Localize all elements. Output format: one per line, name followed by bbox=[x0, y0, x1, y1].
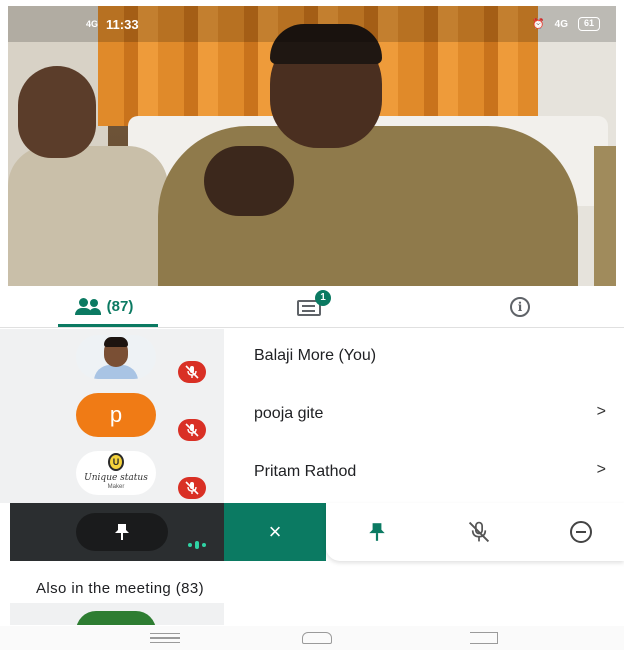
signal-indicator: 4G bbox=[86, 19, 99, 29]
avatar bbox=[76, 611, 156, 625]
avatar-logo-sub: Maker bbox=[107, 484, 125, 490]
participant-row[interactable] bbox=[10, 603, 224, 625]
pin-button[interactable] bbox=[362, 517, 392, 547]
video-person-right bbox=[594, 146, 616, 286]
video-person-left-head bbox=[18, 66, 96, 158]
pin-tile-button[interactable] bbox=[76, 513, 168, 551]
clock: 11:33 bbox=[106, 16, 139, 32]
also-in-meeting-heading: Also in the meeting (83) bbox=[36, 580, 205, 597]
alarm-icon: ⏰ bbox=[532, 18, 545, 30]
status-bar: 4G 11:33 ⏰ 4G 61 bbox=[8, 6, 616, 42]
chat-icon: 1 bbox=[297, 289, 331, 318]
participant-list: Balaji More (You) p pooja gite > U Uniqu… bbox=[0, 329, 624, 503]
participant-actions bbox=[326, 503, 624, 561]
video-speaker-hand bbox=[204, 146, 294, 216]
audio-level-icon bbox=[188, 541, 206, 549]
tab-chat[interactable]: 1 bbox=[208, 286, 416, 327]
mic-off-icon bbox=[468, 521, 490, 543]
avatar bbox=[76, 335, 156, 379]
tab-info[interactable]: i bbox=[416, 286, 624, 327]
close-icon[interactable]: × bbox=[224, 503, 326, 561]
people-count: (87) bbox=[106, 298, 134, 315]
home-nav-icon[interactable] bbox=[302, 632, 332, 644]
participant-row[interactable]: Balaji More (You) bbox=[0, 329, 624, 387]
participant-row[interactable]: U Unique status Maker Pritam Rathod > bbox=[0, 445, 624, 503]
avatar: p bbox=[76, 393, 156, 437]
battery-indicator: 61 bbox=[577, 17, 600, 31]
avatar-logo-text: Unique status bbox=[84, 473, 148, 483]
video-feed[interactable] bbox=[8, 6, 616, 286]
remove-icon bbox=[570, 521, 592, 543]
network-indicator: 4G bbox=[554, 18, 568, 30]
chevron-right-icon[interactable]: > bbox=[597, 403, 606, 421]
pin-icon bbox=[369, 523, 385, 541]
participant-row[interactable]: p pooja gite > bbox=[0, 387, 624, 445]
mic-muted-icon bbox=[178, 361, 206, 383]
chat-unread-badge: 1 bbox=[315, 289, 331, 306]
participant-name: pooja gite bbox=[254, 405, 324, 422]
video-person-left-body bbox=[8, 146, 168, 286]
people-icon bbox=[74, 297, 101, 316]
back-nav-icon[interactable] bbox=[470, 632, 498, 644]
menu-nav-icon[interactable] bbox=[150, 633, 180, 643]
chevron-right-icon[interactable]: > bbox=[597, 461, 606, 479]
tab-people[interactable]: (87) bbox=[0, 286, 208, 327]
mute-participant-button[interactable] bbox=[464, 517, 494, 547]
pinned-tile bbox=[10, 503, 224, 561]
remove-participant-button[interactable] bbox=[566, 517, 596, 547]
participant-name: Balaji More (You) bbox=[254, 347, 377, 364]
participant-name: Pritam Rathod bbox=[254, 463, 357, 480]
participant-action-bar: × bbox=[0, 503, 624, 561]
pin-icon bbox=[115, 524, 129, 540]
close-actions-panel[interactable]: × bbox=[224, 503, 326, 561]
mic-muted-icon bbox=[178, 419, 206, 441]
mic-muted-icon bbox=[178, 477, 206, 499]
meeting-tabs: (87) 1 i bbox=[0, 286, 624, 328]
system-nav-bar bbox=[0, 626, 624, 650]
avatar: U Unique status Maker bbox=[76, 451, 156, 495]
bulb-logo-icon: U bbox=[108, 453, 124, 471]
info-icon: i bbox=[510, 296, 530, 317]
